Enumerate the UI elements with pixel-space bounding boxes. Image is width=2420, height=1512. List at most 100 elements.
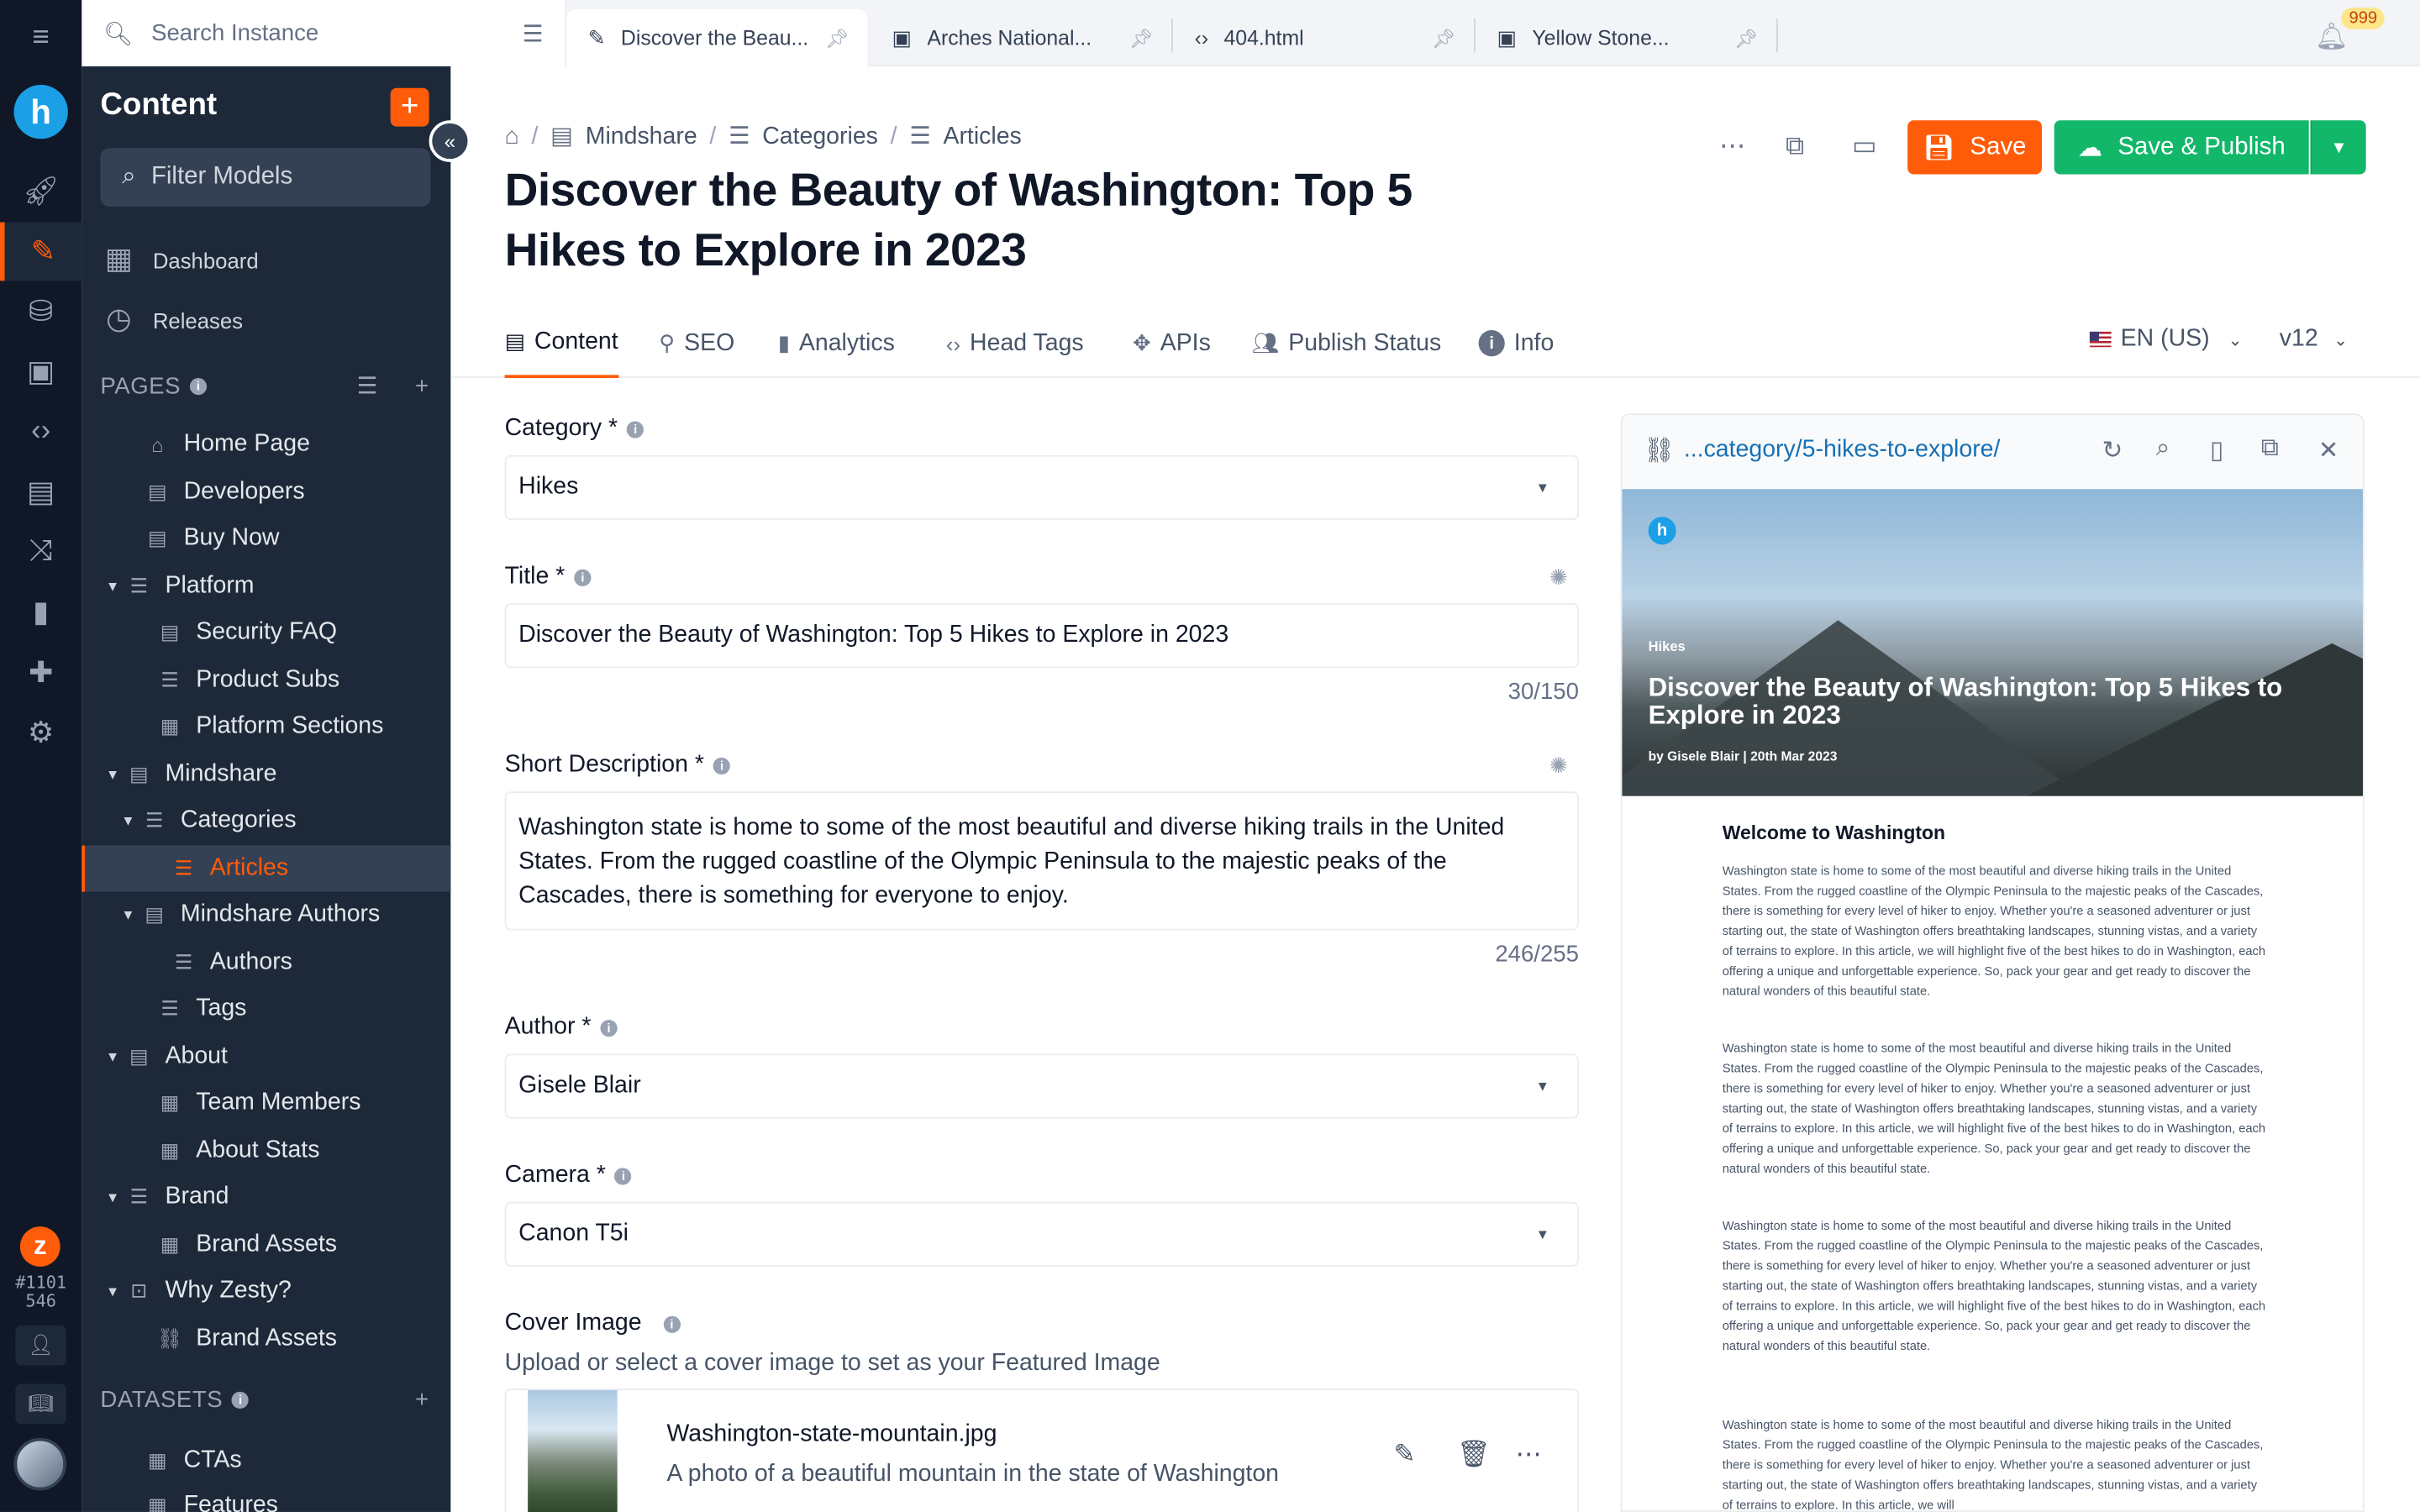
dataset-item-ctas[interactable]: ▦ CTAs: [82, 1438, 450, 1484]
sidebar-item-dashboard[interactable]: ▦ Dashboard: [100, 242, 259, 277]
media-image-icon[interactable]: ▣: [0, 343, 82, 402]
caret-down-icon[interactable]: ▼: [103, 1284, 122, 1299]
tree-item-buy-now[interactable]: ▤ Buy Now: [82, 515, 450, 561]
pin-icon[interactable]: 📌︎: [1734, 27, 1758, 49]
dataset-item-features[interactable]: ▦ Features: [82, 1483, 450, 1512]
caret-down-icon[interactable]: ▼: [118, 813, 137, 828]
tree-item-authors[interactable]: ☰ Authors: [82, 939, 450, 985]
tree-item-mindshare-authors[interactable]: ▼ ▤ Mindshare Authors: [82, 892, 450, 938]
tree-item-developers[interactable]: ▤ Developers: [82, 468, 450, 514]
caret-down-icon[interactable]: ▼: [118, 907, 137, 922]
search-bar[interactable]: 🔍︎ Search Instance ☰: [82, 0, 567, 66]
category-select[interactable]: Hikes ▼: [504, 454, 1579, 520]
tab-arches[interactable]: ▣ Arches National... 📌︎: [871, 9, 1171, 66]
content-pencil-icon[interactable]: ✎: [0, 222, 82, 281]
redirects-shuffle-icon[interactable]: ⤨: [0, 523, 82, 582]
edit-pencil-icon[interactable]: ✎: [1394, 1440, 1416, 1471]
avatar[interactable]: [13, 1437, 66, 1491]
breadcrumb-categories[interactable]: Categories: [762, 123, 878, 150]
add-icon[interactable]: +: [415, 1387, 429, 1413]
tree-item-about-stats[interactable]: ▦ About Stats: [82, 1127, 450, 1173]
info-icon[interactable]: i: [574, 568, 592, 586]
sidebar-item-releases[interactable]: ◷ Releases: [100, 302, 243, 338]
ai-assist-icon[interactable]: ✺: [1549, 564, 1568, 591]
more-options-icon[interactable]: ⋯: [1516, 1440, 1542, 1471]
tab-publish-status[interactable]: 👥︎ Publish Status: [1252, 308, 1442, 378]
tree-item-team-members[interactable]: ▦ Team Members: [82, 1080, 450, 1126]
rocket-icon[interactable]: 🚀︎: [0, 162, 82, 221]
tab-head-tags[interactable]: ‹› Head Tags: [946, 308, 1084, 378]
save-button[interactable]: 💾︎ Save: [1907, 120, 2042, 175]
info-icon[interactable]: i: [627, 420, 644, 438]
pin-icon[interactable]: 📌︎: [1129, 27, 1153, 49]
delete-trash-icon[interactable]: 🗑︎: [1457, 1440, 1491, 1471]
breadcrumb-mindshare[interactable]: Mindshare: [586, 123, 697, 150]
docs-book-icon[interactable]: 📖︎: [15, 1383, 66, 1425]
zesty-logo-icon[interactable]: z: [19, 1226, 60, 1267]
leads-contact-icon[interactable]: ▤: [0, 463, 82, 522]
add-content-button[interactable]: +: [390, 87, 429, 127]
info-icon[interactable]: i: [663, 1315, 681, 1332]
reports-chart-icon[interactable]: ▮: [0, 583, 82, 642]
caret-down-icon[interactable]: ▼: [103, 1189, 122, 1205]
tree-item-brand-assets[interactable]: ▦ Brand Assets: [82, 1221, 450, 1268]
tree-item-mindshare[interactable]: ▼ ▤ Mindshare: [82, 751, 450, 797]
close-icon[interactable]: ✕: [2318, 435, 2339, 466]
version-select[interactable]: v12 ⌄: [2280, 326, 2348, 354]
camera-select[interactable]: Canon T5i ▼: [504, 1201, 1579, 1267]
pin-icon[interactable]: 📌︎: [825, 27, 849, 49]
refresh-icon[interactable]: ↻: [2102, 435, 2123, 466]
info-icon[interactable]: i: [190, 377, 208, 395]
duplicate-icon[interactable]: ⧉: [1786, 131, 1804, 162]
open-external-icon[interactable]: ⧉: [2261, 435, 2279, 463]
menu-icon[interactable]: ≡: [0, 9, 82, 68]
add-icon[interactable]: +: [415, 373, 429, 399]
ai-assist-icon[interactable]: ✺: [1549, 753, 1568, 779]
info-icon[interactable]: i: [614, 1167, 633, 1184]
zoom-icon[interactable]: ⌕: [2156, 435, 2170, 463]
author-select[interactable]: Gisele Blair ▼: [504, 1053, 1579, 1119]
save-publish-button[interactable]: ☁ Save & Publish: [2054, 120, 2309, 175]
collapse-sidebar-button[interactable]: «: [429, 120, 471, 162]
tab-404[interactable]: ‹› 404.html 📌︎: [1173, 9, 1474, 66]
short-description-textarea[interactable]: Washington state is home to some of the …: [504, 791, 1579, 931]
tree-item-why-zesty[interactable]: ▼ ⊡ Why Zesty?: [82, 1268, 450, 1315]
tree-item-platform[interactable]: ▼ ☰ Platform: [82, 562, 450, 608]
tree-item-security-faq[interactable]: ▤ Security FAQ: [82, 609, 450, 655]
pin-icon[interactable]: 📌︎: [1432, 27, 1455, 49]
tab-discover[interactable]: ✎ Discover the Beau... 📌︎: [566, 9, 868, 66]
tree-item-platform-sections[interactable]: ▦ Platform Sections: [82, 704, 450, 750]
caret-down-icon[interactable]: ▼: [103, 1048, 122, 1063]
invite-user-icon[interactable]: 👤︎: [15, 1325, 66, 1366]
tab-content[interactable]: ▤ Content: [504, 308, 618, 378]
mobile-device-icon[interactable]: ▯: [2210, 435, 2223, 466]
code-icon[interactable]: ‹›: [0, 402, 82, 461]
tree-item-about[interactable]: ▼ ▤ About: [82, 1033, 450, 1079]
list-icon[interactable]: ☰: [357, 372, 378, 399]
preview-toggle-icon[interactable]: ▭: [1852, 131, 1877, 162]
tree-item-brand[interactable]: ▼ ☰ Brand: [82, 1174, 450, 1221]
caret-down-icon[interactable]: ▼: [103, 766, 122, 781]
preview-url-link[interactable]: ...category/5-hikes-to-explore/: [1684, 437, 2001, 465]
tab-apis[interactable]: ✥ APIs: [1133, 308, 1211, 378]
breadcrumb-articles[interactable]: Articles: [943, 123, 1021, 150]
home-icon[interactable]: ⌂: [505, 123, 519, 150]
tab-seo[interactable]: ⚲ SEO: [659, 308, 734, 378]
tab-yellowstone[interactable]: ▣ Yellow Stone... 📌︎: [1476, 9, 1776, 66]
tree-item-categories[interactable]: ▼ ☰ Categories: [82, 798, 450, 844]
database-icon[interactable]: ⛁: [0, 282, 82, 341]
info-icon[interactable]: i: [713, 756, 731, 774]
tree-item-brand-assets-link[interactable]: ⛓ Brand Assets: [82, 1315, 450, 1362]
cover-image-thumbnail[interactable]: [528, 1389, 618, 1512]
info-icon[interactable]: i: [232, 1391, 250, 1409]
tree-item-articles[interactable]: ☰ Articles: [82, 844, 451, 891]
tree-item-tags[interactable]: ☰ Tags: [82, 986, 450, 1032]
info-icon[interactable]: i: [600, 1019, 618, 1037]
search-input[interactable]: Search Instance: [151, 20, 318, 46]
filter-models-input[interactable]: ⌕ Filter Models: [100, 148, 431, 207]
tab-info[interactable]: i Info: [1478, 308, 1554, 378]
apps-puzzle-icon[interactable]: ✚: [0, 643, 82, 702]
settings-gear-icon[interactable]: ⚙: [0, 704, 82, 763]
language-select[interactable]: EN (US) ⌄: [2089, 326, 2243, 354]
instance-logo-icon[interactable]: h: [13, 85, 68, 139]
